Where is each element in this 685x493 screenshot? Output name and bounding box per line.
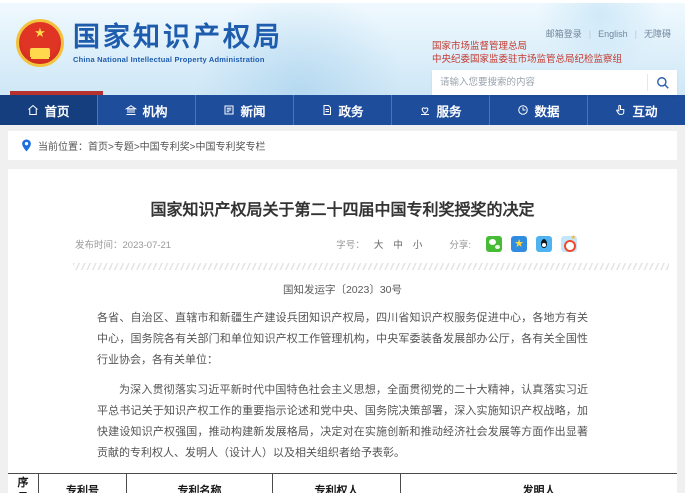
article-card: 国家知识产权局关于第二十四届中国专利奖授奖的决定 发布时间：2023-07-21… [8,169,677,493]
weibo-share-icon[interactable] [561,236,577,252]
col-header-inventors: 发明人 [401,474,678,493]
nav-item-gov-affairs[interactable]: 政务 [293,95,391,125]
qzone-share-icon[interactable]: ★ [511,236,527,252]
nav-label: 服务 [436,101,461,120]
nav-label: 首页 [44,101,69,120]
nav-item-home[interactable]: 首页 [0,95,97,125]
col-header-seq: 序号 [8,474,39,493]
publish-time: 发布时间：2023-07-21 [75,237,171,251]
breadcrumb: 当前位置：首页>专题>中国专利奖>中国专利奖专栏 [8,131,677,160]
font-size-medium-button[interactable]: 中 [393,237,403,251]
col-header-patentee: 专利权人 [273,474,401,493]
patent-award-table: 序号 专利号 专利名称 专利权人 发明人 98 ZL201310403924.1… [8,473,677,493]
meta-tools: 字号： 大 中 小 分享: ★ [336,236,577,252]
search-button[interactable] [647,74,677,91]
search-box [432,70,677,95]
home-icon [27,104,39,116]
breadcrumb-text[interactable]: 当前位置：首页>专题>中国专利奖>中国专利奖专栏 [38,138,266,153]
gov-affairs-icon [321,104,333,116]
search-icon [656,76,670,90]
site-header: 国家知识产权局 China National Intellectual Prop… [0,3,685,95]
accessibility-link[interactable]: 无障碍 [644,29,671,39]
site-brand[interactable]: 国家知识产权局 China National Intellectual Prop… [16,19,283,67]
nav-label: 互动 [632,101,657,120]
main-nav: 首页 机构 新闻 政务 服务 数据 互动 [0,95,685,125]
table-header-row: 序号 专利号 专利名称 专利权人 发明人 [8,474,677,493]
share-label: 分享: [449,237,471,251]
qq-share-icon[interactable] [536,236,552,252]
red-accent-bar [10,91,103,95]
interact-icon [615,104,627,116]
nav-label: 数据 [534,101,559,120]
utility-links: 邮箱登录 | English | 无障碍 [546,27,671,40]
font-size-small-button[interactable]: 小 [413,237,423,251]
hatched-divider [73,263,669,270]
wechat-share-icon[interactable] [486,236,502,252]
site-subtitle: China National Intellectual Property Adm… [73,55,283,64]
nav-item-interact[interactable]: 互动 [587,95,685,125]
discipline-inspection-link[interactable]: 中央纪委国家监委驻市场监管总局纪检监察组 [432,53,622,66]
site-title: 国家知识产权局 [73,22,283,52]
samr-link[interactable]: 国家市场监督管理总局 [432,40,622,53]
nav-item-news[interactable]: 新闻 [195,95,293,125]
nav-label: 新闻 [240,101,265,120]
nav-label: 政务 [338,101,363,120]
paragraph: 为深入贯彻落实习近平新时代中国特色社会主义思想，全面贯彻党的二十大精神，认真落实… [97,380,588,464]
location-pin-icon [21,139,32,152]
data-icon [517,104,529,116]
mail-login-link[interactable]: 邮箱登录 [546,29,582,39]
document-number: 国知发运字〔2023〕30号 [8,282,677,297]
font-size-large-button[interactable]: 大 [374,237,384,251]
divider: | [589,29,591,39]
news-icon [223,104,235,116]
brand-text: 国家知识产权局 China National Intellectual Prop… [73,22,283,64]
divider: | [635,29,637,39]
service-icon [419,104,431,116]
font-size-label: 字号： [336,237,365,251]
national-emblem-icon [16,19,64,67]
nav-item-data[interactable]: 数据 [489,95,587,125]
english-link[interactable]: English [598,29,628,39]
nav-item-institution[interactable]: 机构 [97,95,195,125]
article-title: 国家知识产权局关于第二十四届中国专利奖授奖的决定 [8,169,677,220]
paragraph: 各省、自治区、直辖市和新疆生产建设兵团知识产权局，四川省知识产权服务促进中心，各… [97,308,588,371]
related-gov-links: 国家市场监督管理总局 中央纪委国家监委驻市场监管总局纪检监察组 [432,40,622,66]
nav-item-service[interactable]: 服务 [391,95,489,125]
article-body: 各省、自治区、直辖市和新疆生产建设兵团知识产权局，四川省知识产权服务促进中心，各… [8,308,677,464]
article-meta: 发布时间：2023-07-21 字号： 大 中 小 分享: ★ [75,236,577,252]
col-header-patent-name: 专利名称 [127,474,273,493]
col-header-patent-no: 专利号 [39,474,127,493]
institution-icon [125,104,137,116]
search-input[interactable] [432,70,647,95]
nav-label: 机构 [142,101,167,120]
